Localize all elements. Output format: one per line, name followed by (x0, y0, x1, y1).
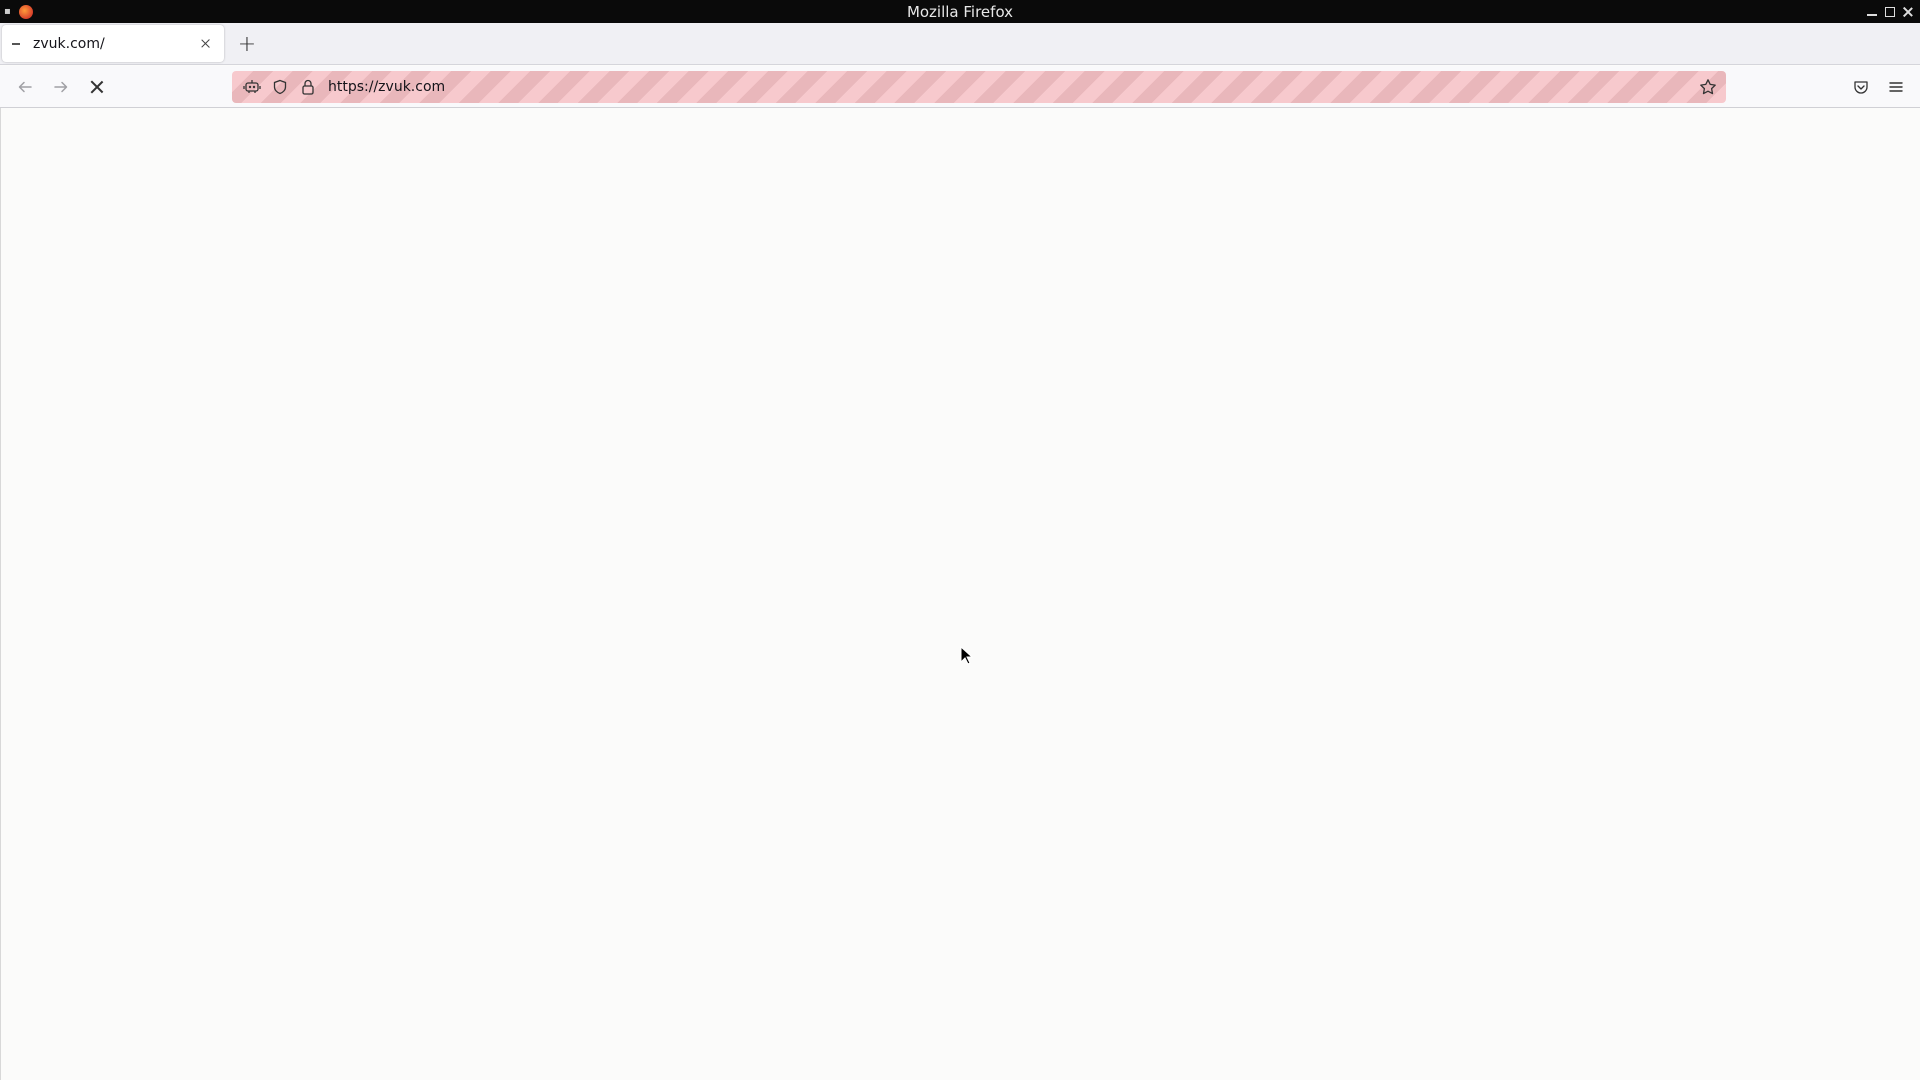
app-menu-button[interactable] (1884, 75, 1908, 99)
tab-strip: zvuk.com/ + (0, 23, 1920, 65)
window-controls (1866, 0, 1914, 23)
stop-loading-button[interactable] (83, 73, 111, 101)
pocket-icon (1854, 81, 1868, 94)
star-icon[interactable] (1698, 77, 1718, 97)
window-titlebar: ▪ Mozilla Firefox (0, 0, 1920, 23)
window-title: Mozilla Firefox (906, 2, 1014, 21)
navigation-toolbar: https://zvuk.com (0, 66, 1920, 108)
tab-close-icon[interactable] (198, 36, 214, 52)
firefox-logo-icon (18, 4, 33, 19)
forward-button[interactable] (47, 73, 75, 101)
loading-favicon-icon (12, 42, 20, 45)
robot-icon[interactable] (242, 77, 262, 97)
back-button[interactable] (11, 73, 39, 101)
tab-title: zvuk.com/ (33, 35, 105, 52)
window-menu-icon[interactable]: ▪ (4, 6, 11, 17)
minimize-icon[interactable] (1866, 6, 1878, 18)
hamburger-menu-icon (1889, 82, 1903, 92)
arrow-left-icon (18, 81, 32, 93)
page-content[interactable] (0, 108, 1920, 1080)
maximize-icon[interactable] (1884, 6, 1896, 18)
new-tab-button[interactable]: + (235, 32, 259, 57)
close-window-icon[interactable] (1902, 6, 1914, 18)
url-text[interactable]: https://zvuk.com (328, 79, 445, 95)
url-bar[interactable]: https://zvuk.com (232, 71, 1726, 103)
lock-icon[interactable] (298, 77, 318, 97)
app-menu[interactable]: ▪ (4, 0, 33, 23)
close-icon (90, 80, 104, 94)
tab-zvuk[interactable]: zvuk.com/ (2, 25, 224, 62)
arrow-right-icon (54, 81, 68, 93)
mouse-cursor-icon (960, 646, 974, 665)
shield-icon[interactable] (270, 77, 290, 97)
pocket-button[interactable] (1849, 75, 1873, 99)
